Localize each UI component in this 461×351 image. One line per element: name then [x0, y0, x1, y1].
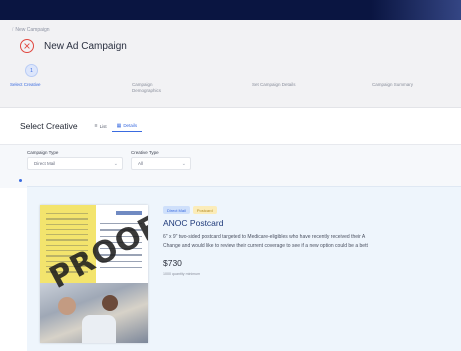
step-3-label[interactable]: Set Campaign Details [252, 82, 296, 88]
creative-type-select[interactable]: All ⌄ [131, 157, 191, 170]
view-list-button[interactable]: ≡ List [90, 120, 112, 132]
product-name[interactable]: ANOC Postcard [163, 218, 223, 228]
creative-type-value: All [138, 161, 144, 166]
tag-postcard: Postcard [192, 206, 217, 214]
tag-direct-mail: Direct Mail [163, 206, 190, 214]
selection-indicator [19, 179, 22, 182]
creative-card[interactable]: PROOF Direct Mail Postcard ANOC Postcard… [27, 186, 461, 351]
view-details-label: Details [123, 123, 138, 128]
product-description-line: 6" x 9" two-sided postcard targeted to M… [163, 234, 366, 240]
campaign-type-label: Campaign Type [27, 150, 59, 155]
view-list-label: List [99, 123, 107, 129]
breadcrumb-current: New Campaign [15, 27, 50, 33]
campaign-type-value: Direct Mail [34, 161, 56, 166]
filter-bar: Campaign Type Direct Mail ⌄ Creative Typ… [0, 144, 461, 188]
creative-type-label: Creative Type [131, 150, 159, 155]
grid-icon: ▦ [116, 122, 122, 129]
view-toggle: ≡ List ▦ Details [90, 120, 143, 132]
creative-thumbnail[interactable]: PROOF [40, 205, 148, 343]
list-icon: ≡ [94, 123, 98, 129]
photo-person [82, 315, 116, 343]
chevron-down-icon: ⌄ [181, 161, 186, 167]
section-title: Select Creative [20, 121, 78, 131]
navbar-gradient [371, 0, 461, 20]
step-2-label[interactable]: Campaign Demographics [132, 82, 161, 94]
campaign-type-select[interactable]: Direct Mail ⌄ [27, 157, 123, 170]
breadcrumb: / New Campaign [10, 27, 50, 33]
chevron-down-icon: ⌄ [113, 161, 118, 167]
step-1-label[interactable]: Select Creative [10, 82, 41, 88]
breadcrumb-separator: / [12, 27, 14, 33]
step-4-label[interactable]: Campaign Summary [372, 82, 413, 88]
view-details-button[interactable]: ▦ Details [111, 120, 143, 132]
product-description-line: Change and would like to review their cu… [163, 243, 368, 249]
close-icon [24, 43, 30, 49]
step-2-label-line2: Demographics [132, 88, 162, 93]
photo-person [58, 297, 76, 315]
main-content: Select Creative ≡ List ▦ Details Campaign … [0, 108, 461, 351]
step-1-badge[interactable]: 1 [25, 64, 38, 77]
page-header: / New Campaign New Ad Campaign 1 Select C… [0, 20, 461, 108]
product-price: $730 [163, 258, 182, 268]
close-campaign-button[interactable] [20, 39, 34, 53]
product-minimum: 1000 quantity minimum [163, 272, 201, 276]
product-description: 6" x 9" two-sided postcard targeted to M… [163, 233, 461, 251]
top-navbar [0, 0, 461, 20]
photo-person [102, 295, 118, 311]
tag-list: Direct Mail Postcard [163, 206, 220, 214]
page-title: New Ad Campaign [44, 40, 127, 52]
